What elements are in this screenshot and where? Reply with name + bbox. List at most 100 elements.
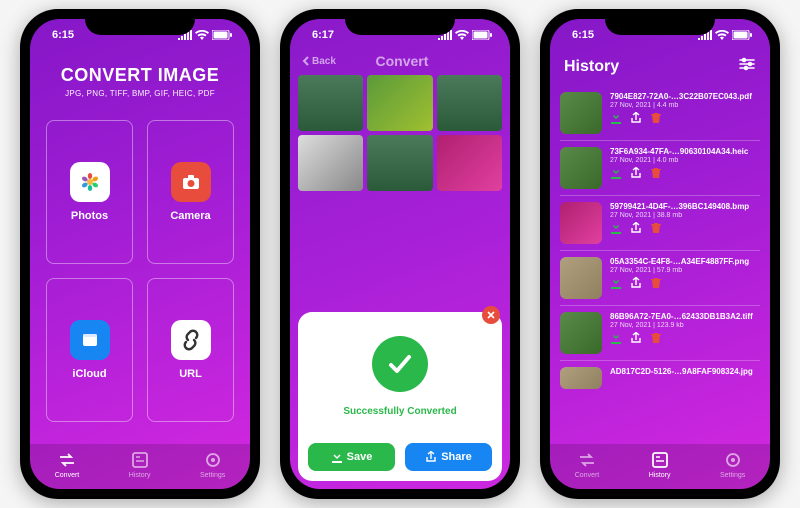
tab-settings[interactable]: Settings bbox=[200, 450, 225, 479]
share-button[interactable] bbox=[630, 222, 642, 234]
download-icon bbox=[331, 451, 343, 463]
download-button[interactable] bbox=[610, 167, 622, 179]
tab-history[interactable]: History bbox=[129, 450, 151, 479]
image-thumb[interactable] bbox=[367, 135, 432, 191]
trash-icon bbox=[650, 112, 662, 124]
source-camera-button[interactable]: Camera bbox=[147, 120, 234, 264]
history-row[interactable]: 59799421-4D4F-…396BC149408.bmp 27 Nov, 2… bbox=[560, 196, 760, 251]
delete-button[interactable] bbox=[650, 112, 662, 124]
download-icon bbox=[610, 167, 622, 179]
page-title: History bbox=[564, 58, 619, 76]
history-row[interactable]: 86B96A72-7EA0-…62433DB1B3A2.tiff 27 Nov,… bbox=[560, 306, 760, 361]
file-name: 05A3354C-E4F8-…A34EF4887FF.png bbox=[610, 257, 760, 266]
file-name: 7904E827-72A0-…3C22B07EC043.pdf bbox=[610, 92, 760, 101]
history-thumbnail bbox=[560, 92, 602, 134]
tab-history[interactable]: History bbox=[649, 450, 671, 479]
source-icloud-label: iCloud bbox=[72, 368, 106, 380]
close-modal-button[interactable] bbox=[482, 306, 500, 324]
download-icon bbox=[610, 332, 622, 344]
download-button[interactable] bbox=[610, 277, 622, 289]
delete-button[interactable] bbox=[650, 222, 662, 234]
source-photos-button[interactable]: Photos bbox=[46, 120, 133, 264]
phone-mockup-3: 6:15 History 7904E827-72A0-…3C22B07EC043… bbox=[540, 9, 780, 499]
share-icon bbox=[630, 332, 642, 344]
history-row[interactable]: 7904E827-72A0-…3C22B07EC043.pdf 27 Nov, … bbox=[560, 86, 760, 141]
tab-history-label: History bbox=[129, 472, 151, 479]
file-meta: 27 Nov, 2021 | 38.8 mb bbox=[610, 212, 760, 219]
tab-settings-label: Settings bbox=[200, 472, 225, 479]
chevron-left-icon bbox=[302, 56, 310, 66]
share-button[interactable] bbox=[630, 167, 642, 179]
share-icon bbox=[630, 167, 642, 179]
share-button[interactable]: Share bbox=[405, 443, 492, 471]
filter-button[interactable] bbox=[738, 55, 756, 78]
delete-button[interactable] bbox=[650, 277, 662, 289]
history-thumbnail bbox=[560, 257, 602, 299]
delete-button[interactable] bbox=[650, 332, 662, 344]
convert-icon bbox=[577, 450, 597, 470]
tab-convert[interactable]: Convert bbox=[55, 450, 80, 479]
screen-convert-result: 6:17 Back Convert bbox=[290, 19, 510, 489]
notch bbox=[345, 9, 455, 35]
tab-history-label: History bbox=[649, 472, 671, 479]
share-icon bbox=[630, 222, 642, 234]
download-button[interactable] bbox=[610, 112, 622, 124]
notch bbox=[85, 9, 195, 35]
battery-icon bbox=[212, 30, 232, 40]
download-button[interactable] bbox=[610, 222, 622, 234]
save-button[interactable]: Save bbox=[308, 443, 395, 471]
image-thumb[interactable] bbox=[298, 75, 363, 131]
history-icon bbox=[650, 450, 670, 470]
share-button[interactable] bbox=[630, 112, 642, 124]
trash-icon bbox=[650, 332, 662, 344]
phone-mockup-1: 6:15 CONVERT IMAGE JPG, PNG, TIFF, BMP, … bbox=[20, 9, 260, 499]
share-label: Share bbox=[441, 451, 472, 463]
camera-icon bbox=[171, 162, 211, 202]
image-thumb[interactable] bbox=[367, 75, 432, 131]
share-button[interactable] bbox=[630, 277, 642, 289]
notch bbox=[605, 9, 715, 35]
file-name: AD817C2D-5126-…9A8FAF908324.jpg bbox=[610, 367, 760, 376]
history-thumbnail bbox=[560, 312, 602, 354]
trash-icon bbox=[650, 277, 662, 289]
file-name: 73F6A934-47FA-…90630104A34.heic bbox=[610, 147, 760, 156]
file-meta: 27 Nov, 2021 | 123.9 kb bbox=[610, 322, 760, 329]
delete-button[interactable] bbox=[650, 167, 662, 179]
page-subtitle: JPG, PNG, TIFF, BMP, GIF, HEIC, PDF bbox=[30, 89, 250, 98]
history-icon bbox=[130, 450, 150, 470]
history-row[interactable]: 73F6A934-47FA-…90630104A34.heic 27 Nov, … bbox=[560, 141, 760, 196]
file-name: 86B96A72-7EA0-…62433DB1B3A2.tiff bbox=[610, 312, 760, 321]
download-button[interactable] bbox=[610, 332, 622, 344]
success-modal: Successfully Converted Save Share bbox=[298, 312, 502, 481]
share-button[interactable] bbox=[630, 332, 642, 344]
history-row[interactable]: 05A3354C-E4F8-…A34EF4887FF.png 27 Nov, 2… bbox=[560, 251, 760, 306]
status-time: 6:17 bbox=[312, 29, 334, 41]
source-url-button[interactable]: URL bbox=[147, 278, 234, 422]
image-thumb[interactable] bbox=[437, 135, 502, 191]
image-thumb[interactable] bbox=[298, 135, 363, 191]
status-time: 6:15 bbox=[572, 29, 594, 41]
close-icon bbox=[487, 311, 495, 319]
convert-icon bbox=[57, 450, 77, 470]
history-thumbnail bbox=[560, 367, 602, 389]
home-header: CONVERT IMAGE JPG, PNG, TIFF, BMP, GIF, … bbox=[30, 65, 250, 98]
image-thumb[interactable] bbox=[437, 75, 502, 131]
source-icloud-button[interactable]: iCloud bbox=[46, 278, 133, 422]
success-check-icon bbox=[372, 336, 428, 392]
image-grid bbox=[290, 71, 510, 195]
source-grid: Photos Camera iCloud URL bbox=[30, 98, 250, 444]
tab-convert[interactable]: Convert bbox=[575, 450, 600, 479]
nav-bar: Back Convert bbox=[290, 51, 510, 71]
download-icon bbox=[610, 222, 622, 234]
wifi-icon bbox=[455, 30, 469, 40]
nav-title: Convert bbox=[376, 53, 429, 69]
source-photos-label: Photos bbox=[71, 210, 108, 222]
page-title: CONVERT IMAGE bbox=[30, 65, 250, 86]
icloud-icon bbox=[70, 320, 110, 360]
back-button[interactable]: Back bbox=[302, 56, 336, 67]
tab-settings[interactable]: Settings bbox=[720, 450, 745, 479]
history-list: 7904E827-72A0-…3C22B07EC043.pdf 27 Nov, … bbox=[550, 82, 770, 444]
settings-icon bbox=[203, 450, 223, 470]
history-row[interactable]: AD817C2D-5126-…9A8FAF908324.jpg bbox=[560, 361, 760, 395]
file-meta: 27 Nov, 2021 | 57.9 mb bbox=[610, 267, 760, 274]
